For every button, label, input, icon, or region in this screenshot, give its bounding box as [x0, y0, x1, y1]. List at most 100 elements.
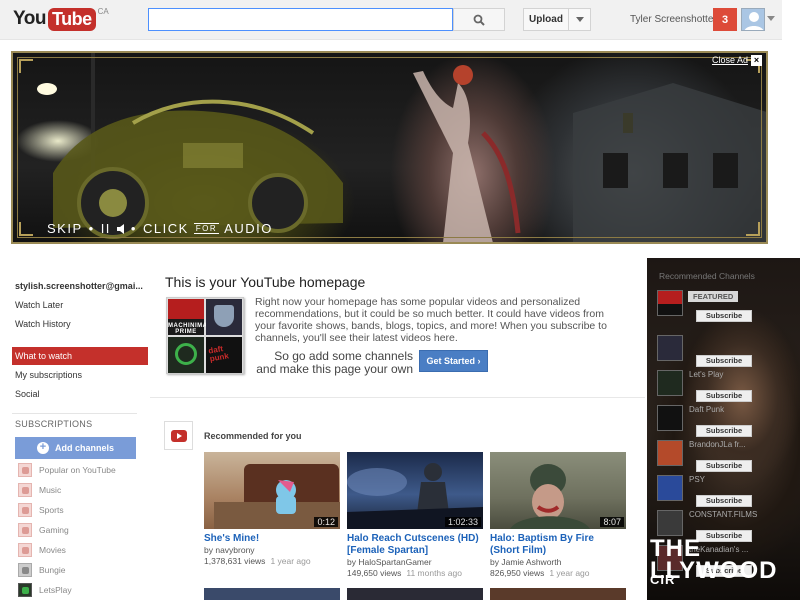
recommended-icon [164, 421, 193, 450]
speaker-icon[interactable] [116, 223, 125, 234]
video-ad-banner[interactable]: Close Ad × SKIP • II • CLICK FOR AUDIO [11, 51, 768, 244]
ad-scene-image [37, 53, 766, 242]
channel-avatar[interactable] [657, 370, 683, 396]
channel-avatar[interactable] [657, 335, 683, 361]
subscription-letsplay[interactable]: LetsPlay [18, 583, 72, 597]
subscribe-button[interactable]: Subscribe [696, 425, 752, 437]
video-author[interactable]: by Jamie Ashworth [490, 557, 626, 568]
subscribe-button[interactable]: Subscribe [696, 390, 752, 402]
video-card[interactable]: 8:07 Halo: Baptism By Fire (Short Film) … [490, 452, 626, 579]
watch-later-link[interactable]: Watch Later [15, 300, 63, 310]
dot-separator: • [130, 221, 137, 236]
skip-button[interactable]: SKIP [47, 221, 83, 236]
channel-avatar[interactable] [657, 475, 683, 501]
upload-menu-button[interactable] [568, 8, 591, 31]
video-views: 149,650 views [347, 568, 402, 578]
search-icon [473, 14, 485, 26]
my-subscriptions-link[interactable]: My subscriptions [15, 370, 82, 380]
subscribe-button[interactable]: Subscribe [696, 495, 752, 507]
subscribe-button[interactable]: Subscribe [696, 460, 752, 472]
logo-tube: Tube [47, 7, 96, 31]
account-email[interactable]: stylish.screenshotter@gmai... [15, 281, 143, 291]
click-for-audio-button[interactable]: CLICK FOR AUDIO [143, 221, 273, 236]
upload-button[interactable]: Upload [523, 8, 569, 31]
what-to-watch-link[interactable]: What to watch [12, 347, 148, 365]
video-thumbnail[interactable] [347, 588, 483, 600]
ad-controls: SKIP • II • CLICK FOR AUDIO [47, 221, 273, 236]
subscription-gaming[interactable]: Gaming [18, 523, 69, 537]
channel-avatar[interactable] [657, 510, 683, 536]
overlay-line: CIR [650, 572, 676, 587]
subscription-label: LetsPlay [39, 585, 72, 595]
search-input[interactable] [148, 8, 453, 31]
channel-avatar[interactable] [657, 405, 683, 431]
subscribe-button[interactable]: Subscribe [696, 355, 752, 367]
channel-avatar[interactable] [657, 290, 683, 316]
video-thumbnail[interactable]: 8:07 [490, 452, 626, 529]
channel-row: Subscribe [657, 335, 797, 367]
divider [12, 413, 137, 414]
video-duration: 8:07 [600, 517, 624, 527]
get-started-button[interactable]: Get Started › [419, 350, 488, 372]
halo-tile [206, 299, 242, 335]
video-thumbnail[interactable]: 0:12 [204, 452, 340, 529]
channel-row: Let's Play Subscribe [657, 370, 797, 402]
channel-name[interactable]: BrandonJLa fr... [689, 440, 745, 449]
social-link[interactable]: Social [15, 389, 40, 399]
video-duration: 1:02:33 [444, 517, 481, 527]
intro-body: Right now your homepage has some popular… [255, 296, 607, 344]
subscription-music[interactable]: Music [18, 483, 61, 497]
watch-history-link[interactable]: Watch History [15, 319, 71, 329]
roosterteeth-tile [168, 337, 204, 373]
plus-icon: + [36, 442, 49, 454]
username[interactable]: Tyler Screenshotter [630, 14, 717, 25]
add-channels-button[interactable]: + Add channels [15, 437, 136, 459]
close-icon[interactable]: × [751, 55, 762, 66]
channel-row: PSY Subscribe [657, 475, 797, 507]
subscription-movies[interactable]: Movies [18, 543, 66, 557]
video-views: 826,950 views [490, 568, 545, 578]
video-title[interactable]: Halo Reach Cutscenes (HD) [Female Sparta… [347, 533, 483, 557]
video-thumbnail[interactable]: 1:02:33 [347, 452, 483, 529]
frame-corner [19, 222, 33, 236]
channel-name[interactable]: CONSTANT.FILMS [689, 510, 757, 519]
channel-avatar[interactable] [657, 440, 683, 466]
video-author[interactable]: by HaloSpartanGamer [347, 557, 483, 568]
subscription-label: Movies [39, 545, 66, 555]
subscription-label: Music [39, 485, 62, 495]
close-ad-link[interactable]: Close Ad [712, 55, 748, 65]
avatar[interactable] [741, 8, 765, 31]
search-button[interactable] [453, 8, 505, 31]
pause-button[interactable]: II [101, 221, 111, 236]
chevron-down-icon[interactable] [767, 16, 775, 21]
subscribe-button[interactable]: Subscribe [696, 310, 752, 322]
click-label: CLICK [142, 221, 189, 236]
subscription-popular[interactable]: Popular on YouTube [18, 463, 116, 477]
channel-name[interactable]: PSY [689, 475, 705, 484]
subscription-bungie[interactable]: Bungie [18, 563, 65, 577]
trophy-icon [18, 503, 32, 517]
recommended-title: Recommended for you [204, 431, 302, 441]
frame-corner [19, 59, 33, 73]
intro-title: This is your YouTube homepage [165, 274, 366, 290]
channel-name[interactable]: Daft Punk [689, 405, 724, 414]
notification-count-badge[interactable]: 3 [713, 8, 737, 31]
video-title[interactable]: She's Mine! [204, 533, 340, 545]
add-channels-label: Add channels [54, 443, 114, 453]
logo-country: CA [97, 7, 109, 16]
channel-name[interactable]: Let's Play [689, 370, 723, 379]
frame-corner [746, 222, 760, 236]
video-title[interactable]: Halo: Baptism By Fire (Short Film) [490, 533, 626, 557]
machinima-label: MACHINIMA PRIME [168, 323, 208, 335]
video-card[interactable]: 1:02:33 Halo Reach Cutscenes (HD) [Femal… [347, 452, 483, 579]
video-thumbnail[interactable] [204, 588, 340, 600]
dot-separator: • [88, 221, 95, 236]
video-card[interactable]: 0:12 She's Mine! by navybrony 1,378,631 … [204, 452, 340, 567]
video-stats: 826,950 views 1 year ago [490, 568, 626, 579]
video-author[interactable]: by navybrony [204, 545, 340, 556]
subscription-sports[interactable]: Sports [18, 503, 64, 517]
video-thumbnail[interactable] [490, 588, 626, 600]
intro-cta-text: So go add some channels and make this pa… [256, 349, 413, 376]
channel-avatar-icon [18, 563, 32, 577]
youtube-logo[interactable]: You Tube CA [13, 7, 109, 31]
